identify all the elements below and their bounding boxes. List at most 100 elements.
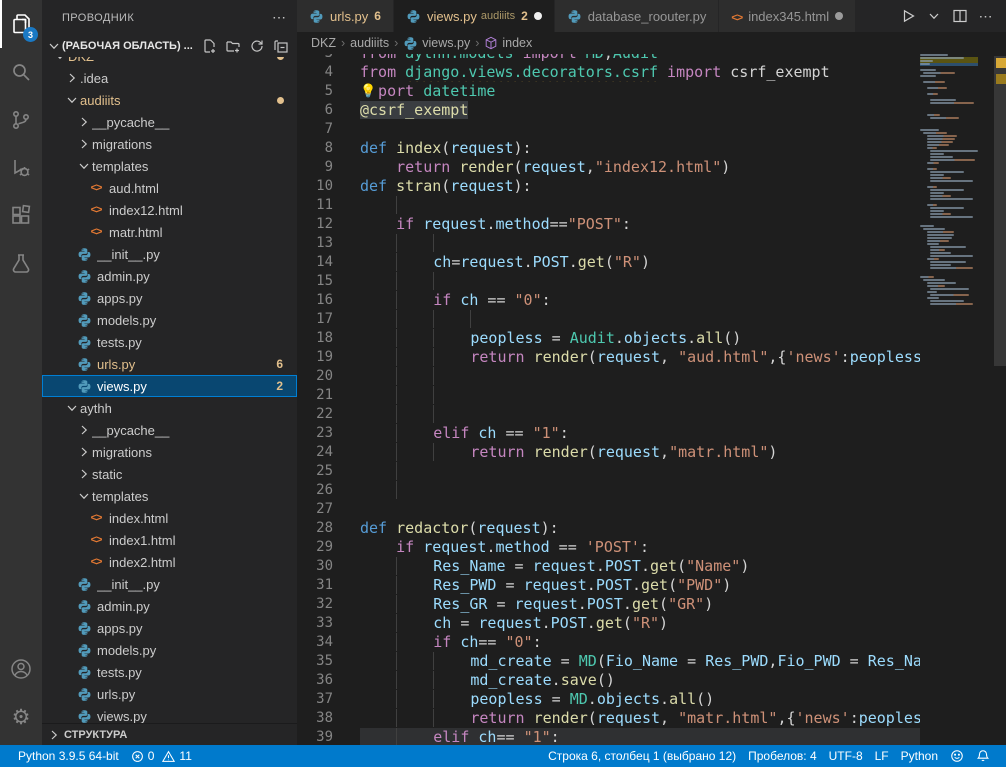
status-bell-icon[interactable] — [970, 745, 996, 767]
tree-item-apps-py[interactable]: apps.py — [42, 287, 297, 309]
more-actions-icon[interactable]: ⋯ — [974, 4, 998, 28]
breadcrumb-item-DKZ[interactable]: DKZ — [311, 36, 336, 50]
status-eol[interactable]: LF — [869, 745, 895, 767]
status-language-mode[interactable]: Python — [895, 745, 944, 767]
tree-item-matr-html[interactable]: <>matr.html — [42, 221, 297, 243]
code-line-30[interactable]: 30 Res_Name = request.POST.get("Name") — [297, 557, 1006, 576]
tree-item--idea[interactable]: .idea — [42, 67, 297, 89]
activity-files-icon[interactable]: 3 — [0, 0, 42, 48]
run-icon[interactable] — [896, 4, 920, 28]
code-line-32[interactable]: 32 Res_GR = request.POST.get("GR") — [297, 595, 1006, 614]
activity-run-debug-icon[interactable] — [0, 144, 42, 192]
code-line-10[interactable]: 10def stran(request): — [297, 177, 1006, 196]
tree-item-views-py[interactable]: views.py2 — [42, 375, 297, 397]
refresh-icon[interactable] — [247, 36, 267, 56]
activity-extensions-icon[interactable] — [0, 192, 42, 240]
code-line-9[interactable]: 9 return render(request,"index12.html") — [297, 158, 1006, 177]
tree-item-migrations[interactable]: migrations — [42, 133, 297, 155]
code-line-15[interactable]: 15 — [297, 272, 1006, 291]
code-line-13[interactable]: 13 — [297, 234, 1006, 253]
code-line-19[interactable]: 19 return render(request, "aud.html",{'n… — [297, 348, 1006, 367]
code-line-26[interactable]: 26 — [297, 481, 1006, 500]
activity-testing-icon[interactable] — [0, 240, 42, 288]
breadcrumb-item-views-py[interactable]: views.py — [403, 36, 470, 51]
code-line-20[interactable]: 20 — [297, 367, 1006, 386]
tree-item-index1-html[interactable]: <>index1.html — [42, 529, 297, 551]
code-line-33[interactable]: 33 ch = request.POST.get("R") — [297, 614, 1006, 633]
code-line-16[interactable]: 16 if ch == "0": — [297, 291, 1006, 310]
tree-item-views-py[interactable]: views.py — [42, 705, 297, 723]
tab-views-py[interactable]: views.pyaudiiits2 — [394, 0, 555, 32]
chevron-down-icon[interactable] — [922, 4, 946, 28]
lightbulb-icon[interactable]: 💡 — [360, 83, 379, 100]
status-cursor-position[interactable]: Строка 6, столбец 1 (выбрано 12) — [542, 745, 742, 767]
tree-item-migrations[interactable]: migrations — [42, 441, 297, 463]
code-line-11[interactable]: 11 — [297, 196, 1006, 215]
code-line-4[interactable]: 4from django.views.decorators.csrf impor… — [297, 63, 1006, 82]
status-python-version[interactable]: Python 3.9.5 64-bit — [12, 745, 125, 767]
code-line-6[interactable]: 6@csrf_exempt — [297, 101, 1006, 120]
code-line-25[interactable]: 25 — [297, 462, 1006, 481]
code-line-24[interactable]: 24 return render(request,"matr.html") — [297, 443, 1006, 462]
activity-source-control-icon[interactable] — [0, 96, 42, 144]
status-encoding[interactable]: UTF-8 — [823, 745, 869, 767]
code-line-12[interactable]: 12 if request.method=="POST": — [297, 215, 1006, 234]
code-line-5[interactable]: 5import datetime💡 — [297, 82, 1006, 101]
code-line-31[interactable]: 31 Res_PWD = request.POST.get("PWD") — [297, 576, 1006, 595]
code-line-37[interactable]: 37 peopless = MD.objects.all() — [297, 690, 1006, 709]
activity-search-icon[interactable] — [0, 48, 42, 96]
code-line-28[interactable]: 28def redactor(request): — [297, 519, 1006, 538]
tree-item-models-py[interactable]: models.py — [42, 639, 297, 661]
tree-item-index-html[interactable]: <>index.html — [42, 507, 297, 529]
breadcrumb-item-audiiits[interactable]: audiiits — [350, 36, 389, 50]
tab-database-roouter-py[interactable]: database_roouter.py — [555, 0, 720, 32]
tree-item-audiiits[interactable]: audiiits — [42, 89, 297, 111]
new-folder-icon[interactable] — [223, 36, 243, 56]
dirty-indicator-dot[interactable] — [534, 12, 542, 20]
code-line-18[interactable]: 18 peopless = Audit.objects.all() — [297, 329, 1006, 348]
tree-item-index12-html[interactable]: <>index12.html — [42, 199, 297, 221]
new-file-icon[interactable] — [199, 36, 219, 56]
code-line-27[interactable]: 27 — [297, 500, 1006, 519]
status-feedback-icon[interactable] — [944, 745, 970, 767]
tree-item-templates[interactable]: templates — [42, 155, 297, 177]
tree-item-admin-py[interactable]: admin.py — [42, 595, 297, 617]
tree-item-apps-py[interactable]: apps.py — [42, 617, 297, 639]
tab-urls-py[interactable]: urls.py6 — [297, 0, 394, 32]
editor-scrollbar[interactable] — [994, 56, 1006, 366]
code-line-38[interactable]: 38 return render(request, "matr.html",{'… — [297, 709, 1006, 728]
tree-item-tests-py[interactable]: tests.py — [42, 661, 297, 683]
tree-item-admin-py[interactable]: admin.py — [42, 265, 297, 287]
workspace-section-header[interactable]: (РАБОЧАЯ ОБЛАСТЬ) ... — [42, 35, 297, 57]
tree-item-aud-html[interactable]: <>aud.html — [42, 177, 297, 199]
code-line-3[interactable]: 3from aythh.models import MD,Audit — [297, 54, 1006, 63]
code-line-29[interactable]: 29 if request.method == 'POST': — [297, 538, 1006, 557]
tree-item-index2-html[interactable]: <>index2.html — [42, 551, 297, 573]
code-line-23[interactable]: 23 elif ch == "1": — [297, 424, 1006, 443]
tree-item--pycache-[interactable]: __pycache__ — [42, 111, 297, 133]
collapse-all-icon[interactable] — [271, 36, 291, 56]
code-line-34[interactable]: 34 if ch== "0": — [297, 633, 1006, 652]
tree-item-templates[interactable]: templates — [42, 485, 297, 507]
outline-section-header[interactable]: СТРУКТУРА — [42, 723, 297, 745]
tree-item-static[interactable]: static — [42, 463, 297, 485]
code-line-17[interactable]: 17 — [297, 310, 1006, 329]
code-line-8[interactable]: 8def index(request): — [297, 139, 1006, 158]
tree-item--init-py[interactable]: __init__.py — [42, 243, 297, 265]
code-line-7[interactable]: 7 — [297, 120, 1006, 139]
tree-item-aythh[interactable]: aythh — [42, 397, 297, 419]
code-editor[interactable]: 3from aythh.models import MD,Audit4from … — [297, 54, 1006, 745]
status-indentation[interactable]: Пробелов: 4 — [742, 745, 823, 767]
minimap[interactable] — [920, 54, 978, 614]
activity-account-icon[interactable] — [0, 645, 42, 693]
tab-index345-html[interactable]: <>index345.html — [719, 0, 856, 32]
explorer-more-actions-icon[interactable]: ⋯ — [272, 9, 287, 26]
tree-item-tests-py[interactable]: tests.py — [42, 331, 297, 353]
activity-settings-gear-icon[interactable]: ⚙ — [0, 693, 42, 741]
tree-item-urls-py[interactable]: urls.py6 — [42, 353, 297, 375]
split-editor-icon[interactable] — [948, 4, 972, 28]
code-line-36[interactable]: 36 md_create.save() — [297, 671, 1006, 690]
dirty-indicator-dot[interactable] — [835, 12, 843, 20]
code-line-39[interactable]: 39 elif ch== "1": — [297, 728, 1006, 745]
code-line-22[interactable]: 22 — [297, 405, 1006, 424]
